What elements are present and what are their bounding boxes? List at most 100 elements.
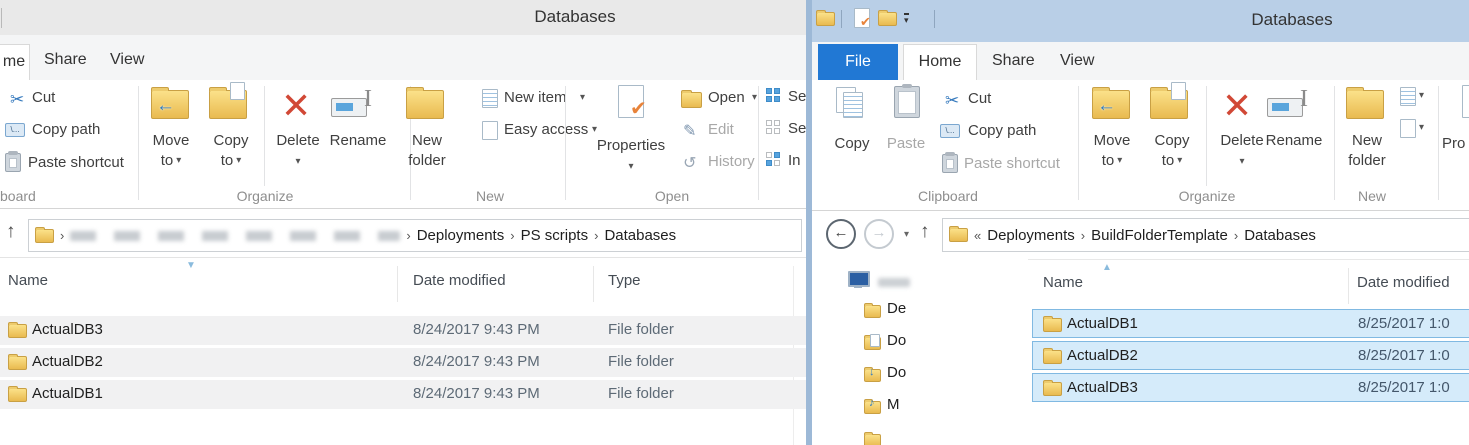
column-separator[interactable] <box>593 266 594 302</box>
copy-to-page-icon <box>230 82 245 100</box>
copy-to-caret-icon: ▾ <box>1177 151 1182 170</box>
copy-path-button[interactable]: Copy path <box>32 121 100 138</box>
sidebar-item-music[interactable]: M <box>887 396 911 413</box>
sidebar-item-documents[interactable]: Do <box>887 332 911 349</box>
column-header-date[interactable]: Date modified <box>1357 274 1450 291</box>
title-bar[interactable]: ✔ ▾ Databases <box>812 0 1469 42</box>
file-row[interactable]: ActualDB1 8/24/2017 9:43 PM File folder <box>0 380 806 409</box>
address-bar[interactable]: › › Deployments › PS scripts › Databases <box>28 219 802 252</box>
folder-icon <box>8 388 27 402</box>
breadcrumb-item[interactable]: Deployments <box>417 227 505 244</box>
up-button[interactable]: ↑ <box>6 221 16 243</box>
rename-ibeam-icon: I <box>1300 86 1308 113</box>
up-button[interactable]: ↑ <box>920 221 930 243</box>
tab-home[interactable]: me <box>0 44 30 81</box>
forward-button[interactable]: → <box>864 219 894 249</box>
list-top-border <box>1028 259 1469 260</box>
properties-caret-icon: ▾ <box>628 161 633 172</box>
file-row[interactable]: ActualDB3 8/24/2017 9:43 PM File folder <box>0 316 806 345</box>
breadcrumb-item[interactable]: Databases <box>604 227 676 244</box>
select-none-label: Se <box>788 120 806 137</box>
copy-to-label: Copy <box>203 131 259 150</box>
easy-access-icon <box>1400 119 1416 138</box>
group-separator <box>1334 86 1335 200</box>
sidebar-item-downloads[interactable]: Do <box>887 364 911 381</box>
breadcrumb-item[interactable]: Deployments <box>987 227 1075 244</box>
qat-customize-caret-icon[interactable]: ▾ <box>904 13 909 24</box>
breadcrumb-item[interactable]: PS scripts <box>521 227 589 244</box>
breadcrumb-chevron-icon: › <box>60 228 64 243</box>
open-group-label: Open <box>612 188 732 204</box>
file-row-selected[interactable]: ActualDB3 8/25/2017 1:0 <box>1032 373 1469 402</box>
file-date: 8/25/2017 1:0 <box>1358 379 1450 396</box>
paste-shortcut-icon <box>942 154 958 173</box>
new-item-icon <box>1400 87 1416 106</box>
edit-label: Edit <box>708 121 734 138</box>
file-name: ActualDB2 <box>1067 347 1138 364</box>
breadcrumb-overflow-icon[interactable]: « <box>974 228 981 243</box>
breadcrumb-item[interactable]: Databases <box>1244 227 1316 244</box>
column-separator[interactable] <box>1348 268 1349 304</box>
new-item-label: New item <box>504 89 567 106</box>
group-separator <box>565 86 566 200</box>
tab-home[interactable]: Home <box>903 44 977 81</box>
breadcrumb-item[interactable]: BuildFolderTemplate <box>1091 227 1228 244</box>
move-to-caret-icon: ▾ <box>176 151 181 170</box>
move-to-label2: to <box>161 151 174 170</box>
paste-shortcut-button[interactable]: Paste shortcut <box>964 155 1060 172</box>
screenshot: Databases me Share View ✂ Cut \... Copy … <box>0 0 1469 445</box>
folder-icon <box>1043 382 1062 396</box>
column-header-name[interactable]: Name <box>1043 274 1083 291</box>
qat-folder-icon[interactable] <box>816 12 835 26</box>
cut-icon: ✂ <box>10 91 24 108</box>
this-pc-icon[interactable] <box>848 271 870 287</box>
group-separator <box>1078 86 1079 200</box>
window-title: Databases <box>1192 10 1392 30</box>
recent-locations-caret-icon[interactable]: ▾ <box>904 229 909 240</box>
column-header-type[interactable]: Type <box>608 272 641 289</box>
new-folder-label2: folder <box>399 151 455 170</box>
paste-shortcut-button[interactable]: Paste shortcut <box>28 154 124 171</box>
invert-selection-label: In <box>788 152 806 169</box>
tab-file[interactable]: File <box>818 44 898 80</box>
qat-folder-icon[interactable] <box>878 12 897 26</box>
file-row[interactable]: ActualDB2 8/24/2017 9:43 PM File folder <box>0 348 806 377</box>
copy-path-icon: \... <box>940 124 960 138</box>
copy-path-button[interactable]: Copy path <box>968 122 1036 139</box>
easy-access-label: Easy access <box>504 121 588 138</box>
new-folder-label2: folder <box>1339 151 1395 170</box>
address-bar[interactable]: « Deployments › BuildFolderTemplate › Da… <box>942 218 1469 252</box>
delete-icon: ✕ <box>1222 88 1252 124</box>
column-header-date[interactable]: Date modified <box>413 272 506 289</box>
properties-icon <box>1462 85 1469 118</box>
qat-separator <box>934 10 935 28</box>
cut-button[interactable]: Cut <box>32 89 55 106</box>
ribbon: ✂ Cut \... Copy path Paste shortcut boar… <box>0 80 806 209</box>
column-header-name[interactable]: Name <box>8 272 48 289</box>
tab-share[interactable]: Share <box>992 52 1035 70</box>
column-separator[interactable] <box>397 266 398 302</box>
paste-shortcut-icon <box>5 153 21 172</box>
new-group-label: New <box>430 188 550 204</box>
copy-to-label2: to <box>1162 151 1175 170</box>
sidebar-folder-icon[interactable] <box>864 434 881 445</box>
easy-access-icon <box>482 121 498 140</box>
address-folder-icon <box>35 229 54 243</box>
file-name: ActualDB3 <box>32 321 103 338</box>
tab-view[interactable]: View <box>1060 52 1094 70</box>
cut-button[interactable]: Cut <box>968 90 991 107</box>
file-row-selected[interactable]: ActualDB1 8/25/2017 1:0 <box>1032 309 1469 338</box>
tab-view[interactable]: View <box>110 51 144 69</box>
desktop-folder-icon[interactable] <box>864 305 881 318</box>
file-row-selected[interactable]: ActualDB2 8/25/2017 1:0 <box>1032 341 1469 370</box>
title-bar[interactable]: Databases <box>0 0 806 36</box>
new-folder-label: New <box>1339 131 1395 150</box>
redacted-path-segment <box>70 231 400 241</box>
folder-icon <box>1043 350 1062 364</box>
move-to-label: Move <box>143 131 199 150</box>
back-button[interactable]: ← <box>826 219 856 249</box>
inner-separator <box>1206 86 1207 186</box>
tab-share[interactable]: Share <box>44 51 87 69</box>
sidebar-item-desktop[interactable]: De <box>887 300 911 317</box>
move-to-caret-icon: ▾ <box>1117 151 1122 170</box>
